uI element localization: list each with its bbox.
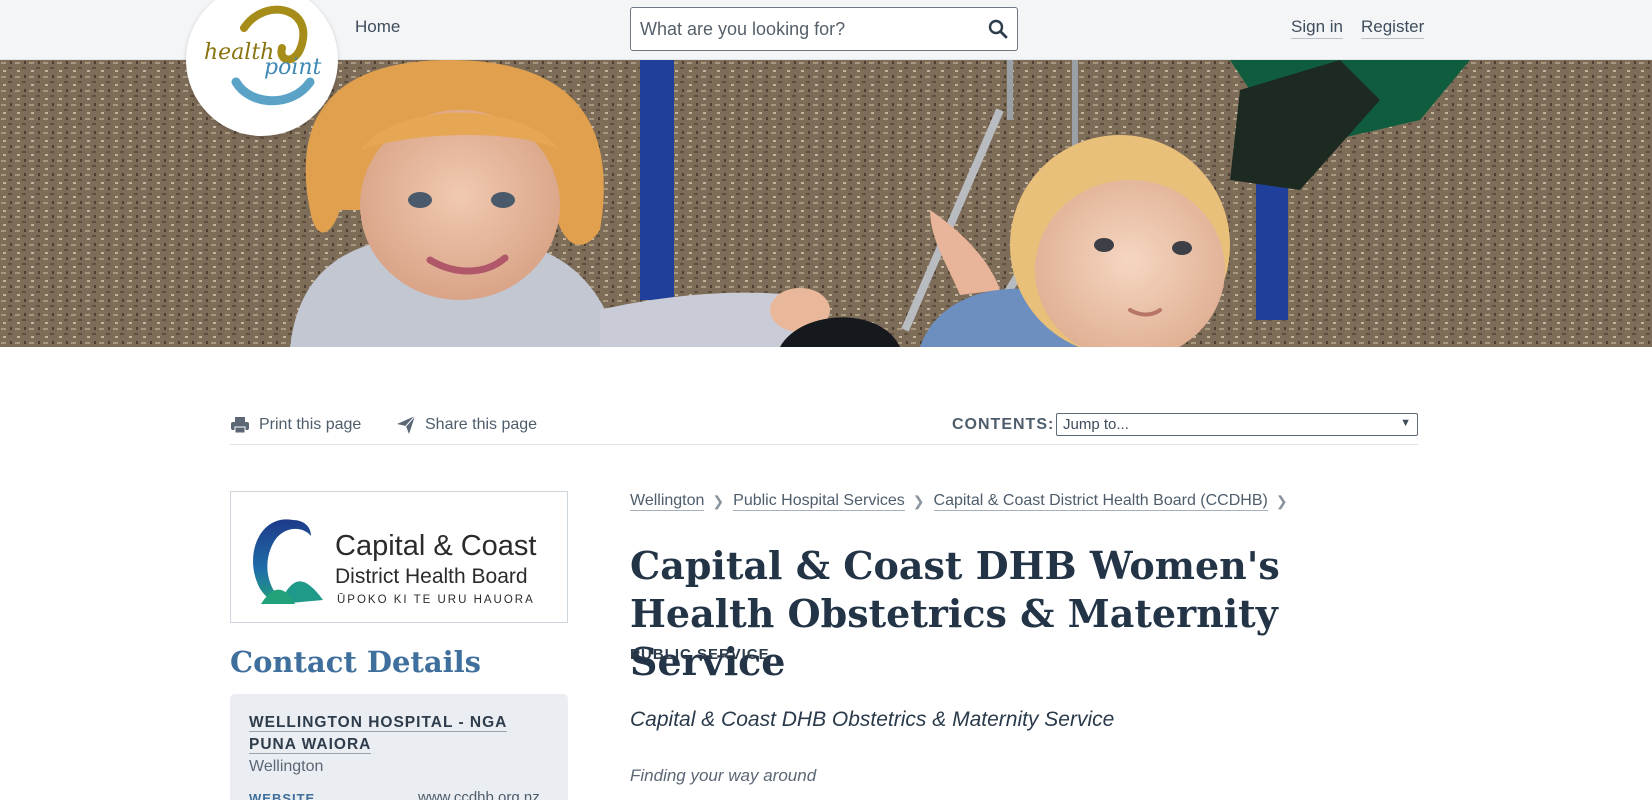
search-input[interactable] (640, 16, 970, 42)
page-title: Capital & Coast DHB Women's Health Obste… (630, 543, 1280, 684)
search-icon[interactable] (987, 18, 1009, 40)
register-link[interactable]: Register (1361, 17, 1425, 39)
section-heading-finding: Finding your way around (630, 766, 817, 785)
sign-in-link[interactable]: Sign in (1291, 17, 1343, 39)
jump-to-select[interactable]: Jump to... ▼ (1056, 413, 1418, 436)
page-toolbar: Print this page Share this page CONTENTS… (230, 405, 1418, 445)
search-box (630, 7, 1018, 51)
breadcrumb-wellington[interactable]: Wellington (630, 492, 705, 511)
print-page-button[interactable]: Print this page (230, 415, 361, 435)
dropdown-arrow-icon: ▼ (1400, 417, 1411, 429)
share-page-button[interactable]: Share this page (396, 415, 537, 435)
breadcrumb-public-hospital-services[interactable]: Public Hospital Services (733, 492, 905, 511)
paper-plane-icon (397, 415, 416, 434)
location-name-link[interactable]: WELLINGTON HOSPITAL - NGA PUNA WAIORA (249, 714, 508, 754)
service-subtitle: Capital & Coast DHB Obstetrics & Materni… (630, 708, 1115, 731)
website-label: WEBSITE (249, 791, 316, 800)
breadcrumb: Wellington ❯ Public Hospital Services ❯ … (630, 492, 1297, 511)
printer-icon (231, 417, 249, 434)
print-page-label: Print this page (259, 416, 362, 433)
organization-logo: Capital & Coast District Health Board ŪP… (230, 491, 568, 623)
share-page-label: Share this page (425, 416, 538, 433)
org-logo-line2: District Health Board (335, 565, 528, 588)
chevron-right-icon: ❯ (1275, 493, 1288, 509)
contents-label: CONTENTS: (952, 416, 1055, 433)
location-city: Wellington (249, 758, 324, 775)
service-type-label: PUBLIC SERVICE (630, 646, 770, 663)
contact-card: WELLINGTON HOSPITAL - NGA PUNA WAIORA We… (230, 694, 568, 800)
nav-home-link[interactable]: Home (355, 17, 400, 37)
jump-to-value: Jump to... (1063, 416, 1129, 433)
org-logo-line1: Capital & Coast (335, 530, 537, 562)
breadcrumb-ccdhb[interactable]: Capital & Coast District Health Board (C… (933, 492, 1268, 511)
chevron-right-icon: ❯ (912, 493, 925, 509)
logo-text-point: point (264, 55, 322, 80)
chevron-right-icon: ❯ (712, 493, 725, 509)
website-link[interactable]: www.ccdhb.org.nz (418, 789, 540, 800)
healthpoint-logo[interactable]: health point (186, 0, 338, 136)
org-logo-line3: ŪPOKO KI TE URU HAUORA (337, 594, 535, 606)
contact-details-heading: Contact Details (230, 645, 481, 679)
